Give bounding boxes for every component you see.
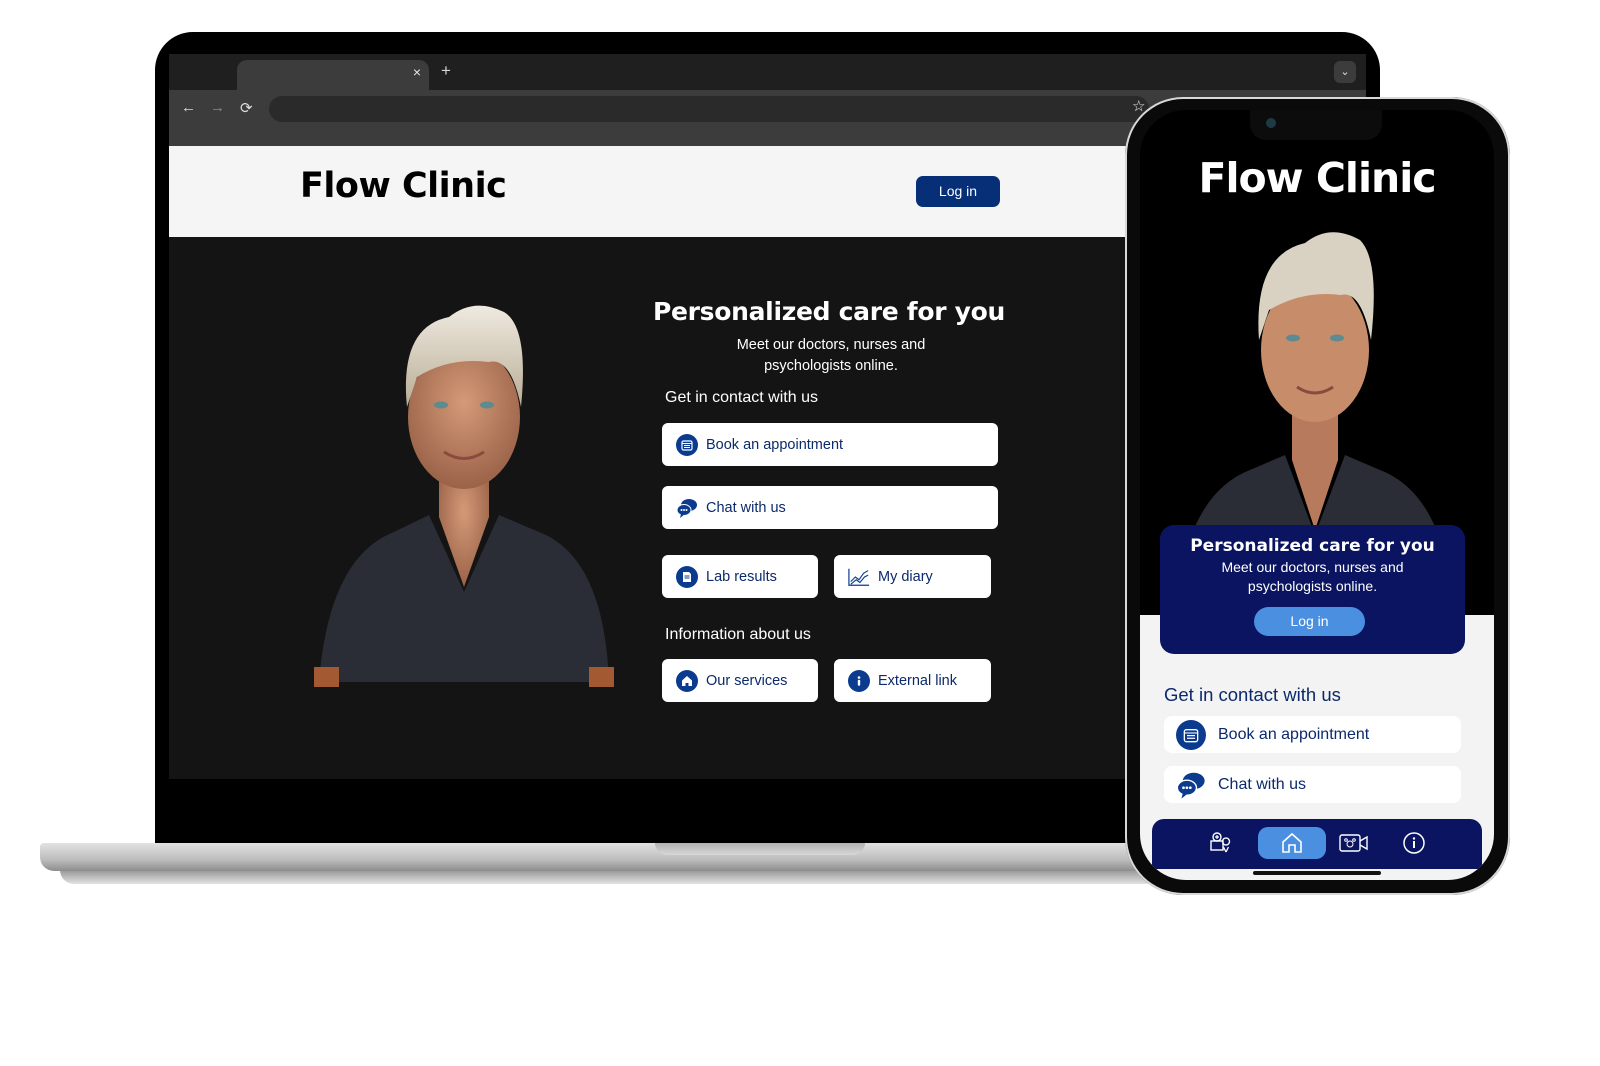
laptop-base-shadow bbox=[60, 870, 1160, 884]
book-appointment-button[interactable]: Book an appointment bbox=[662, 423, 998, 466]
browser-tab-bar: × + ⌄ bbox=[169, 54, 1366, 90]
site-logo[interactable]: Flow Clinic bbox=[300, 166, 507, 206]
login-button[interactable]: Log in bbox=[916, 176, 1000, 207]
camera-icon bbox=[1266, 118, 1276, 128]
external-link-button[interactable]: External link bbox=[834, 659, 991, 702]
info-icon bbox=[848, 669, 870, 692]
calendar-icon bbox=[676, 433, 698, 456]
clinic-location-icon bbox=[1210, 832, 1231, 853]
new-tab-icon[interactable]: + bbox=[441, 61, 451, 81]
nav-home[interactable] bbox=[1258, 827, 1326, 859]
mobile-login-button[interactable]: Log in bbox=[1254, 607, 1365, 636]
our-services-button[interactable]: Our services bbox=[662, 659, 818, 702]
tab-search-icon[interactable]: ⌄ bbox=[1334, 61, 1356, 83]
mobile-chat-label: Chat with us bbox=[1218, 775, 1307, 793]
mobile-site-logo[interactable]: Flow Clinic bbox=[1140, 154, 1494, 202]
lab-results-label: Lab results bbox=[706, 568, 777, 585]
video-call-icon bbox=[1339, 834, 1368, 852]
home-indicator bbox=[1253, 871, 1381, 875]
my-diary-label: My diary bbox=[878, 568, 933, 585]
our-services-label: Our services bbox=[706, 672, 788, 689]
document-icon bbox=[676, 565, 698, 588]
contact-heading: Get in contact with us bbox=[665, 389, 818, 406]
forward-icon[interactable]: → bbox=[210, 99, 225, 116]
info-icon bbox=[1403, 832, 1425, 854]
chat-label: Chat with us bbox=[706, 499, 786, 516]
line-chart-icon bbox=[848, 566, 870, 588]
home-icon bbox=[1282, 832, 1302, 853]
lab-results-button[interactable]: Lab results bbox=[662, 555, 818, 598]
mobile-book-appointment-button[interactable]: Book an appointment bbox=[1164, 716, 1461, 753]
book-appointment-label: Book an appointment bbox=[706, 436, 844, 453]
mobile-book-appointment-label: Book an appointment bbox=[1218, 725, 1370, 743]
back-icon[interactable]: ← bbox=[181, 99, 196, 116]
phone-notch bbox=[1250, 110, 1382, 140]
chat-button[interactable]: Chat with us bbox=[662, 486, 998, 529]
chat-icon bbox=[676, 497, 698, 519]
doctor-portrait bbox=[299, 287, 629, 692]
mobile-contact-heading: Get in contact with us bbox=[1164, 684, 1341, 705]
nav-info[interactable] bbox=[1380, 827, 1448, 859]
nav-clinic-location[interactable] bbox=[1186, 827, 1254, 859]
laptop-notch bbox=[655, 843, 865, 855]
home-icon bbox=[676, 669, 698, 692]
hero-title: Personalized care for you bbox=[652, 297, 1006, 326]
mobile-hero-subtitle: Meet our doctors, nurses and psychologis… bbox=[1221, 559, 1404, 594]
tab-close-icon[interactable]: × bbox=[413, 64, 421, 80]
external-link-label: External link bbox=[878, 672, 957, 689]
hero-subtitle: Meet our doctors, nurses and psychologis… bbox=[736, 337, 926, 374]
mobile-hero-title: Personalized care for you bbox=[1190, 536, 1435, 556]
address-bar[interactable] bbox=[269, 96, 1149, 122]
browser-tab[interactable]: × bbox=[237, 60, 429, 90]
mobile-bottom-nav bbox=[1152, 819, 1482, 869]
my-diary-button[interactable]: My diary bbox=[834, 555, 991, 598]
laptop-base bbox=[40, 843, 1180, 871]
reload-icon[interactable]: ⟳ bbox=[240, 99, 253, 117]
info-heading: Information about us bbox=[665, 626, 811, 643]
calendar-icon bbox=[1176, 719, 1206, 750]
mobile-hero-card: Personalized care for you Meet our docto… bbox=[1160, 525, 1465, 654]
phone-screen: Flow Clinic Personalized care for you Me… bbox=[1140, 110, 1494, 880]
chat-icon bbox=[1176, 770, 1206, 800]
nav-video-call[interactable] bbox=[1320, 827, 1388, 859]
mobile-chat-button[interactable]: Chat with us bbox=[1164, 766, 1461, 803]
